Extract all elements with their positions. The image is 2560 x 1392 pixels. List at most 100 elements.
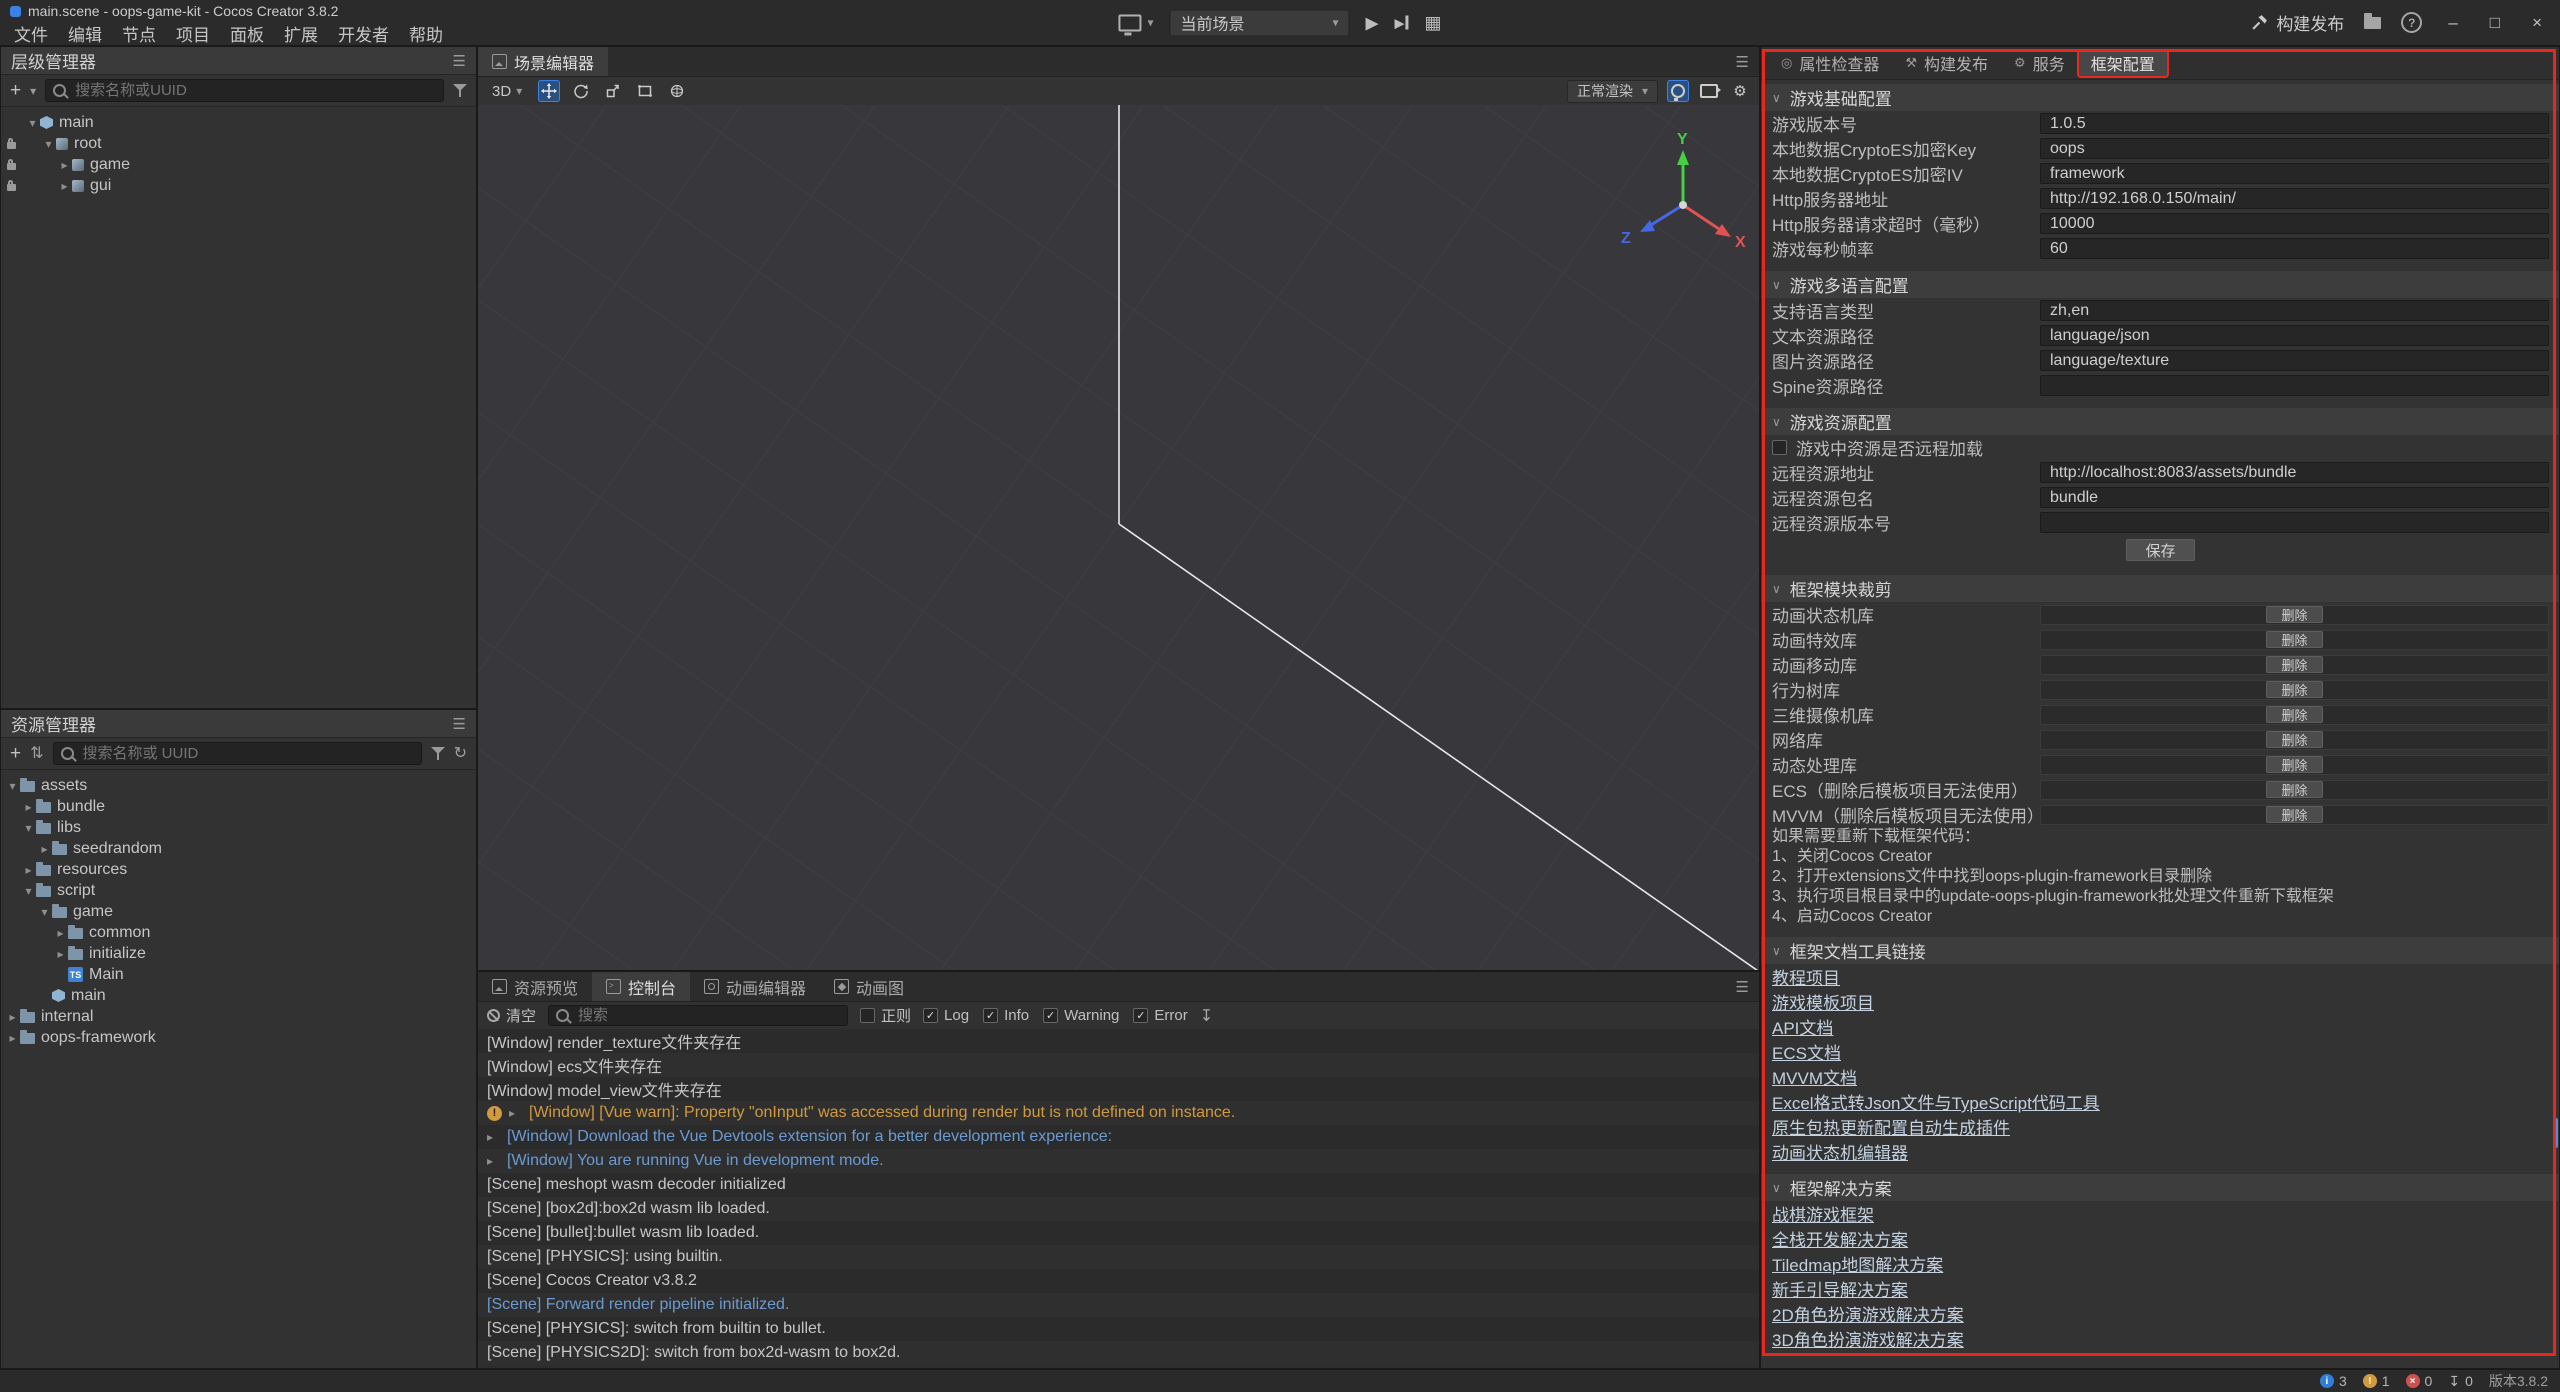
asset-node-row[interactable]: main (1, 985, 476, 1006)
checkbox[interactable] (1133, 1008, 1148, 1023)
doc-link[interactable]: ECS文档 (1772, 1039, 1841, 1064)
field-input[interactable] (2040, 350, 2549, 371)
view-gizmo[interactable]: Y X Z (1621, 131, 1746, 251)
log-row[interactable]: [Scene] meshopt wasm decoder initialized (478, 1173, 1759, 1197)
menu-item[interactable]: 文件 (4, 21, 58, 46)
log-row[interactable]: [Scene] [PHYSICS]: using builtin. (478, 1245, 1759, 1269)
help-button[interactable]: ? (2401, 12, 2422, 33)
expand-icon[interactable]: ▸ (509, 1106, 522, 1120)
field-input[interactable] (2040, 213, 2549, 234)
tree-arrow-icon[interactable]: ▾ (21, 884, 36, 898)
delete-button[interactable]: 删除 (2266, 781, 2322, 798)
doc-link[interactable]: 原生包热更新配置自动生成插件 (1772, 1114, 2010, 1139)
lock-icon[interactable] (7, 142, 16, 149)
menu-item[interactable]: 节点 (112, 21, 166, 46)
hierarchy-node-row[interactable]: ▾root (1, 133, 476, 154)
delete-button[interactable]: 删除 (2266, 606, 2322, 623)
section-header[interactable]: ∨框架解决方案 (1761, 1174, 2559, 1201)
tree-arrow-icon[interactable]: ▸ (57, 158, 72, 172)
tab-asset-preview[interactable]: 资源预览 (478, 972, 592, 1001)
checkbox[interactable] (983, 1008, 998, 1023)
mode-3d-toggle[interactable]: 3D ▾ (486, 83, 528, 100)
filter-icon[interactable] (453, 84, 467, 97)
tab-构建发布[interactable]: ⚒构建发布 (1893, 51, 2000, 76)
tree-arrow-icon[interactable]: ▸ (37, 842, 52, 856)
field-input[interactable] (2040, 113, 2549, 134)
menu-item[interactable]: 编辑 (58, 21, 112, 46)
device-preview-button[interactable]: ▾ (1118, 14, 1153, 31)
asset-node-row[interactable]: ▾script (1, 880, 476, 901)
doc-link[interactable]: Excel格式转Json文件与TypeScript代码工具 (1772, 1089, 2100, 1114)
scale-tool-button[interactable] (602, 80, 624, 102)
log-row[interactable]: !▸[Window] [Vue warn]: Property "onInput… (478, 1101, 1759, 1125)
tab-框架配置[interactable]: 框架配置 (2079, 51, 2167, 76)
field-input[interactable] (2040, 487, 2549, 508)
expand-icon[interactable]: ▸ (487, 1154, 500, 1168)
delete-button[interactable]: 删除 (2266, 731, 2322, 748)
expand-icon[interactable]: ▸ (487, 1130, 500, 1144)
layout-grid-button[interactable]: ▦ (1425, 14, 1442, 32)
open-project-folder-button[interactable] (2364, 17, 2381, 29)
log-row[interactable]: [Scene] [bullet]:bullet wasm lib loaded. (478, 1221, 1759, 1245)
filter-icon[interactable] (431, 747, 445, 760)
doc-link[interactable]: 动画状态机编辑器 (1772, 1139, 1908, 1164)
panel-menu-icon[interactable]: ☰ (1736, 53, 1749, 71)
scene-settings-button[interactable]: ⚙ (1729, 80, 1751, 102)
remote-load-checkbox[interactable] (1772, 440, 1787, 455)
field-input[interactable] (2040, 163, 2549, 184)
close-button[interactable]: × (2526, 13, 2548, 33)
tab-animation-graph[interactable]: 动画图 (820, 972, 918, 1001)
console-search-input[interactable] (576, 1006, 840, 1025)
tree-arrow-icon[interactable]: ▸ (21, 800, 36, 814)
asset-node-row[interactable]: ▸internal (1, 1006, 476, 1027)
log-row[interactable]: [Scene] [box2d]:box2d wasm lib loaded. (478, 1197, 1759, 1221)
add-node-button[interactable]: + (10, 81, 21, 100)
log-row[interactable]: [Window] ecs文件夹存在 (478, 1053, 1759, 1077)
doc-link[interactable]: 游戏模板项目 (1772, 989, 1874, 1014)
move-tool-button[interactable] (538, 80, 560, 102)
filter-error[interactable]: Error (1133, 1007, 1187, 1024)
field-input[interactable] (2040, 375, 2549, 396)
filter-warning[interactable]: Warning (1043, 1007, 1119, 1024)
asset-node-row[interactable]: ▸seedrandom (1, 838, 476, 859)
field-input[interactable] (2040, 188, 2549, 209)
doc-link[interactable]: 全栈开发解决方案 (1772, 1226, 1908, 1251)
tab-console[interactable]: 控制台 (592, 972, 690, 1001)
panel-menu-icon[interactable]: ☰ (453, 52, 466, 70)
download-count-badge[interactable]: ↧ 0 (2448, 1373, 2473, 1390)
tree-arrow-icon[interactable]: ▾ (5, 779, 20, 793)
field-input[interactable] (2040, 462, 2549, 483)
asset-node-row[interactable]: TSMain (1, 964, 476, 985)
log-row[interactable]: ▸[Window] Download the Vue Devtools exte… (478, 1125, 1759, 1149)
field-input[interactable] (2040, 238, 2549, 259)
error-count-badge[interactable]: × 0 (2406, 1373, 2433, 1389)
maximize-button[interactable]: □ (2484, 13, 2506, 33)
add-asset-button[interactable]: + (10, 744, 21, 763)
field-input[interactable] (2040, 300, 2549, 321)
tab-animation-editor[interactable]: 动画编辑器 (690, 972, 820, 1001)
tree-arrow-icon[interactable]: ▸ (21, 863, 36, 877)
regex-toggle[interactable]: 正则 (860, 1005, 911, 1026)
build-publish-button[interactable]: 构建发布 (2251, 10, 2344, 35)
delete-button[interactable]: 删除 (2266, 806, 2322, 823)
tree-arrow-icon[interactable]: ▸ (5, 1010, 20, 1024)
hierarchy-node-row[interactable]: ▸gui (1, 175, 476, 196)
menu-item[interactable]: 帮助 (399, 21, 453, 46)
rotate-tool-button[interactable] (570, 80, 592, 102)
asset-node-row[interactable]: ▸bundle (1, 796, 476, 817)
doc-link[interactable]: API文档 (1772, 1014, 1833, 1039)
delete-button[interactable]: 删除 (2266, 656, 2322, 673)
menu-item[interactable]: 面板 (220, 21, 274, 46)
lock-icon[interactable] (7, 184, 16, 191)
log-row[interactable]: [Scene] [PHYSICS2D]: switch from box2d-w… (478, 1341, 1759, 1365)
field-input[interactable] (2040, 325, 2549, 346)
refresh-icon[interactable]: ↻ (454, 746, 467, 762)
delete-button[interactable]: 删除 (2266, 681, 2322, 698)
asset-node-row[interactable]: ▸resources (1, 859, 476, 880)
asset-node-row[interactable]: ▾game (1, 901, 476, 922)
log-row[interactable]: [Scene] Cocos Creator v3.8.2 (478, 1269, 1759, 1293)
section-header[interactable]: ∨游戏资源配置 (1761, 408, 2559, 435)
asset-node-row[interactable]: ▸common (1, 922, 476, 943)
regex-checkbox[interactable] (860, 1008, 875, 1023)
asset-node-row[interactable]: ▸initialize (1, 943, 476, 964)
